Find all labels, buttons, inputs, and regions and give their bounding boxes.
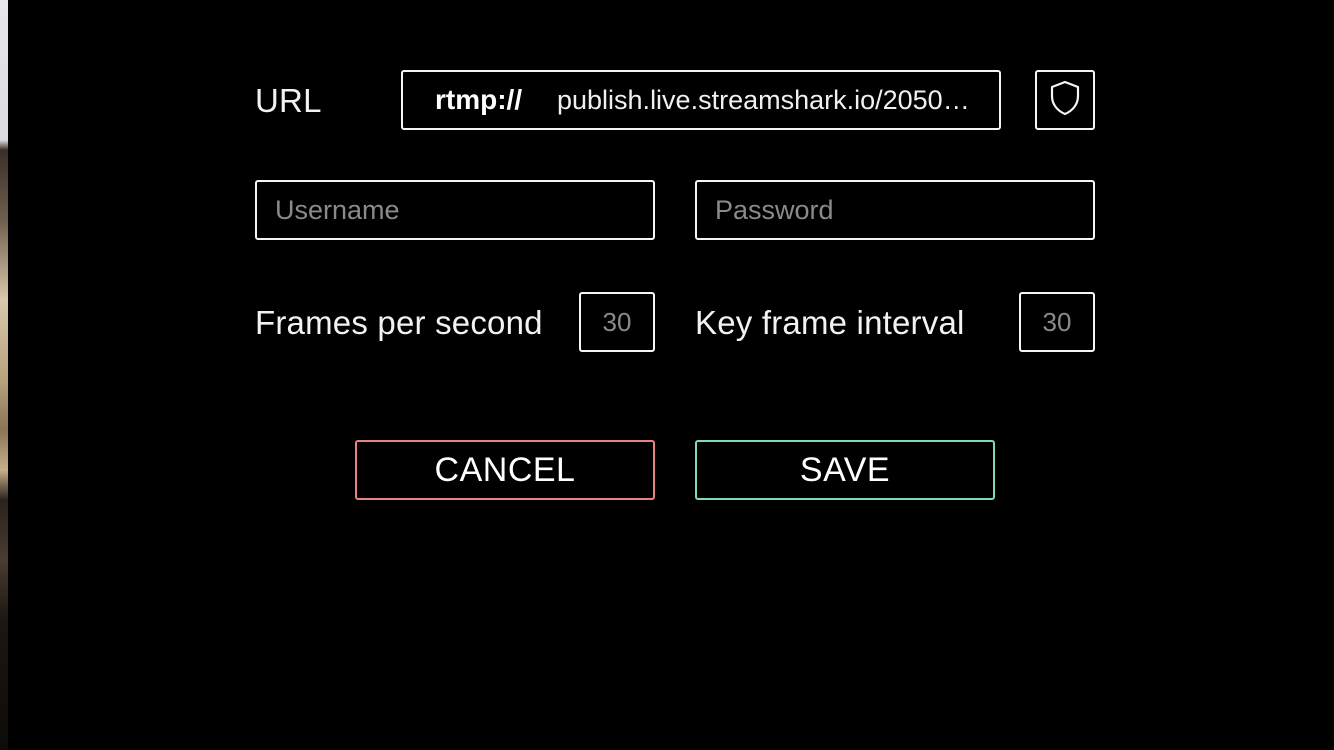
fps-input[interactable] [579, 292, 655, 352]
cancel-button[interactable]: CANCEL [355, 440, 655, 500]
keyframe-interval-label: Key frame interval [695, 304, 965, 341]
save-button[interactable]: SAVE [695, 440, 995, 500]
username-input[interactable] [255, 180, 655, 240]
stream-settings-panel: URL rtmp:// publish.live.streamshark.io/… [0, 0, 1334, 750]
url-value: publish.live.streamshark.io/2050C7/... [557, 84, 987, 115]
keyframe-interval-input[interactable] [1019, 292, 1095, 352]
secure-toggle-button[interactable] [1035, 70, 1095, 130]
shield-icon [1049, 80, 1081, 121]
url-label: URL [255, 82, 322, 119]
camera-preview-edge [0, 0, 8, 750]
password-input[interactable] [695, 180, 1095, 240]
url-scheme: rtmp:// [435, 84, 523, 115]
fps-label: Frames per second [255, 304, 543, 341]
url-field[interactable]: rtmp:// publish.live.streamshark.io/2050… [401, 70, 1001, 130]
